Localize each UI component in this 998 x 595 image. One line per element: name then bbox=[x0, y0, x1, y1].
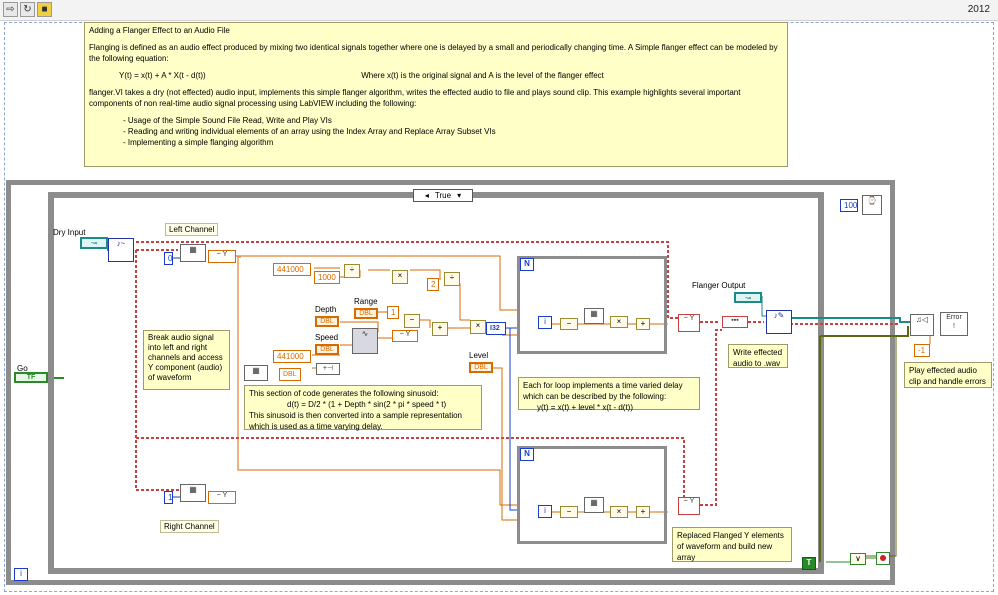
loop-count-n-left: N bbox=[520, 258, 534, 271]
level-control[interactable]: DBL bbox=[469, 362, 493, 373]
sinusoid-note-a: This section of code generates the follo… bbox=[249, 389, 439, 398]
array-size-node[interactable]: ▦ bbox=[244, 365, 268, 381]
range-control[interactable]: DBL bbox=[354, 308, 378, 319]
replace-note: Replaced Flanged Y elements of waveform … bbox=[672, 527, 792, 562]
for-loop-note-a: Each for loop implements a time varied d… bbox=[523, 381, 683, 401]
for-loop-right[interactable] bbox=[517, 446, 667, 544]
error-handler-vi[interactable]: Error! bbox=[940, 312, 968, 336]
index-const-1[interactable]: 1 bbox=[164, 491, 173, 504]
ramp-node[interactable]: +⊣ bbox=[316, 363, 340, 375]
sine-wave-icon: ∿ bbox=[361, 329, 369, 338]
sinusoid-note-eq: d(t) = D/2 * (1 + Depth * sin(2 * pi * s… bbox=[287, 400, 447, 409]
right-channel-label: Right Channel bbox=[160, 520, 219, 533]
replace-subset-left[interactable]: ~ Y bbox=[678, 314, 700, 332]
loop-left-multiply[interactable]: × bbox=[610, 316, 628, 328]
build-array-node[interactable]: ▪▪▪ bbox=[722, 316, 748, 328]
break-signal-note: Break audio signal into left and right c… bbox=[143, 330, 230, 390]
depth-label: Depth bbox=[315, 305, 337, 314]
const-1-range[interactable]: 1 bbox=[387, 306, 399, 319]
loop-left-subtract[interactable]: − bbox=[560, 318, 578, 330]
loop-right-index-array[interactable]: ▦ bbox=[584, 497, 604, 513]
loop-right-add[interactable]: + bbox=[636, 506, 650, 518]
speed-control[interactable]: DBL bbox=[315, 344, 339, 355]
clock-icon: ⌚ bbox=[867, 196, 877, 205]
write-note: Write effected audio to .wav bbox=[728, 344, 788, 368]
stop-icon bbox=[880, 555, 886, 561]
or-node[interactable]: ∨ bbox=[850, 553, 866, 565]
unbundle-y-left[interactable]: ~ Y bbox=[208, 250, 236, 263]
sample-rate-const-2[interactable]: 441000 bbox=[273, 350, 311, 363]
flanger-output-label: Flanger Output bbox=[692, 281, 746, 290]
subtract-node[interactable]: − bbox=[404, 314, 420, 328]
sinusoid-note: This section of code generates the follo… bbox=[244, 385, 482, 431]
wires bbox=[54, 241, 931, 563]
play-note: Play effected audio clip and handle erro… bbox=[904, 362, 992, 388]
loop-right-multiply[interactable]: × bbox=[610, 506, 628, 518]
true-constant[interactable]: T bbox=[802, 557, 816, 570]
multiply-node-1[interactable]: × bbox=[392, 270, 408, 284]
sinusoid-note-b: This sinusoid is then converted into a s… bbox=[249, 411, 463, 431]
loop-index-i-right: i bbox=[538, 505, 552, 518]
depth-control[interactable]: DBL bbox=[315, 316, 339, 327]
replace-subset-right[interactable]: ~ Y bbox=[678, 497, 700, 515]
index-const-0[interactable]: 0 bbox=[164, 252, 173, 265]
loop-stop-terminal[interactable] bbox=[876, 552, 890, 565]
wait-ms-vi[interactable]: ⌚ bbox=[862, 195, 882, 215]
divide-node-2[interactable]: ÷ bbox=[444, 272, 460, 286]
sound-file-read-vi[interactable]: ♪~ bbox=[108, 238, 134, 262]
const-2[interactable]: 2 bbox=[427, 278, 439, 291]
error-icon: Error! bbox=[946, 314, 962, 330]
unbundle-y-sine[interactable]: ~ Y bbox=[392, 330, 418, 342]
loop-left-add[interactable]: + bbox=[636, 318, 650, 330]
const-1000[interactable]: 1000 bbox=[314, 271, 340, 284]
sine-waveform-vi[interactable]: ∿ bbox=[352, 328, 378, 354]
to-i32-node[interactable]: I32 bbox=[486, 322, 506, 335]
index-array-right[interactable]: ▦ bbox=[180, 484, 206, 502]
go-boolean-control[interactable]: TF bbox=[14, 372, 48, 383]
for-loop-note-eq: y(t) = x(t) + level * x(t - d(t)) bbox=[537, 403, 634, 412]
while-iteration-i: i bbox=[14, 568, 28, 581]
speed-label: Speed bbox=[315, 333, 339, 342]
loop-right-subtract[interactable]: − bbox=[560, 506, 578, 518]
loop-index-i-left: i bbox=[538, 316, 552, 329]
unbundle-y-right[interactable]: ~ Y bbox=[208, 491, 236, 504]
level-label: Level bbox=[469, 351, 489, 360]
sound-write-icon: ♪✎ bbox=[773, 311, 785, 320]
for-loop-left[interactable] bbox=[517, 256, 667, 354]
divide-node[interactable]: ÷ bbox=[344, 264, 360, 278]
speaker-icon: ♫◁ bbox=[915, 315, 929, 324]
add-node-1[interactable]: + bbox=[432, 322, 448, 336]
for-loop-note: Each for loop implements a time varied d… bbox=[518, 377, 700, 412]
loop-left-index-array[interactable]: ▦ bbox=[584, 308, 604, 324]
sound-play-vi[interactable]: ♫◁ bbox=[910, 314, 934, 336]
sample-rate-const-1[interactable]: 441000 bbox=[273, 263, 311, 276]
sound-wave-icon: ♪~ bbox=[116, 239, 126, 248]
timeout-const[interactable]: -1 bbox=[914, 344, 930, 357]
flanger-output-path-control[interactable]: ↝ bbox=[734, 292, 762, 303]
range-label: Range bbox=[354, 297, 378, 306]
multiply-node-2[interactable]: × bbox=[470, 320, 486, 334]
sound-file-write-vi[interactable]: ♪✎ bbox=[766, 310, 792, 334]
loop-count-n-right: N bbox=[520, 448, 534, 461]
wait-ms-const[interactable]: 100 bbox=[840, 199, 858, 212]
to-dbl-node[interactable]: DBL bbox=[279, 368, 301, 381]
left-channel-label: Left Channel bbox=[165, 223, 219, 236]
index-array-left[interactable]: ▦ bbox=[180, 244, 206, 262]
dry-input-path-control[interactable]: ↝ bbox=[80, 237, 108, 249]
